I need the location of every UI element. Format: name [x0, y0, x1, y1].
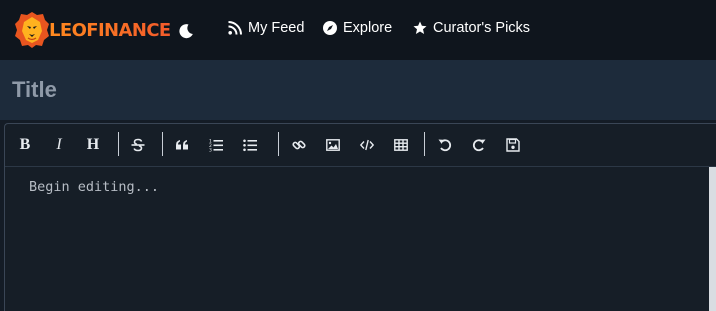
code-icon: [360, 139, 374, 151]
nav-explore[interactable]: Explore: [323, 18, 392, 38]
nav-my-feed[interactable]: My Feed: [228, 18, 304, 38]
lion-logo-icon: [15, 12, 49, 48]
heading-button[interactable]: H: [82, 134, 104, 156]
strikethrough-button[interactable]: [127, 134, 149, 156]
bold-button[interactable]: B: [14, 134, 36, 156]
italic-button[interactable]: I: [48, 134, 70, 156]
link-icon: [292, 140, 306, 150]
title-bar: [0, 60, 716, 120]
image-button[interactable]: [322, 134, 344, 156]
title-input[interactable]: [0, 60, 712, 120]
moon-icon[interactable]: [178, 23, 194, 39]
table-button[interactable]: [390, 134, 412, 156]
ordered-list-button[interactable]: 1 2 3: [205, 134, 227, 156]
editor-scrollbar[interactable]: [709, 167, 716, 311]
editor-placeholder: Begin editing...: [29, 179, 160, 195]
undo-icon: [438, 139, 452, 152]
italic-icon: I: [56, 136, 62, 153]
toolbar-divider: [162, 132, 163, 156]
quote-icon: [176, 140, 188, 150]
unordered-list-button[interactable]: [239, 134, 261, 156]
top-navbar: LEOFINANCE My Feed Explore Curator's Pic…: [0, 0, 716, 60]
code-button[interactable]: [356, 134, 378, 156]
ordered-list-icon: 1 2 3: [209, 139, 223, 153]
nav-explore-label: Explore: [343, 20, 393, 36]
nav-curators-picks[interactable]: Curator's Picks: [413, 18, 530, 38]
link-button[interactable]: [288, 134, 310, 156]
editor-content[interactable]: Begin editing...: [5, 167, 705, 311]
compass-icon: [323, 21, 337, 35]
toolbar-divider: [424, 132, 425, 156]
save-icon: [506, 138, 520, 152]
brand-name: LEOFINANCE: [49, 19, 171, 41]
save-button[interactable]: [502, 134, 524, 156]
heading-icon: H: [86, 136, 100, 153]
toolbar-divider: [118, 132, 119, 156]
image-icon: [326, 139, 340, 151]
strikethrough-icon: [131, 138, 145, 152]
markdown-editor: B I H 1 2 3 Begin editing...: [4, 123, 716, 311]
editor-toolbar: B I H 1 2 3: [5, 124, 716, 167]
redo-icon: [472, 139, 486, 152]
rss-icon: [228, 21, 242, 35]
star-icon: [413, 21, 427, 34]
toolbar-divider: [278, 132, 279, 156]
undo-button[interactable]: [434, 134, 456, 156]
bold-icon: B: [19, 136, 31, 153]
quote-button[interactable]: [171, 134, 193, 156]
unordered-list-icon: [243, 139, 257, 152]
redo-button[interactable]: [468, 134, 490, 156]
table-icon: [394, 139, 408, 151]
nav-curators-picks-label: Curator's Picks: [433, 20, 531, 36]
leofinance-logo[interactable]: LEOFINANCE: [14, 11, 171, 49]
svg-text:3: 3: [209, 148, 212, 153]
nav-my-feed-label: My Feed: [248, 20, 305, 36]
